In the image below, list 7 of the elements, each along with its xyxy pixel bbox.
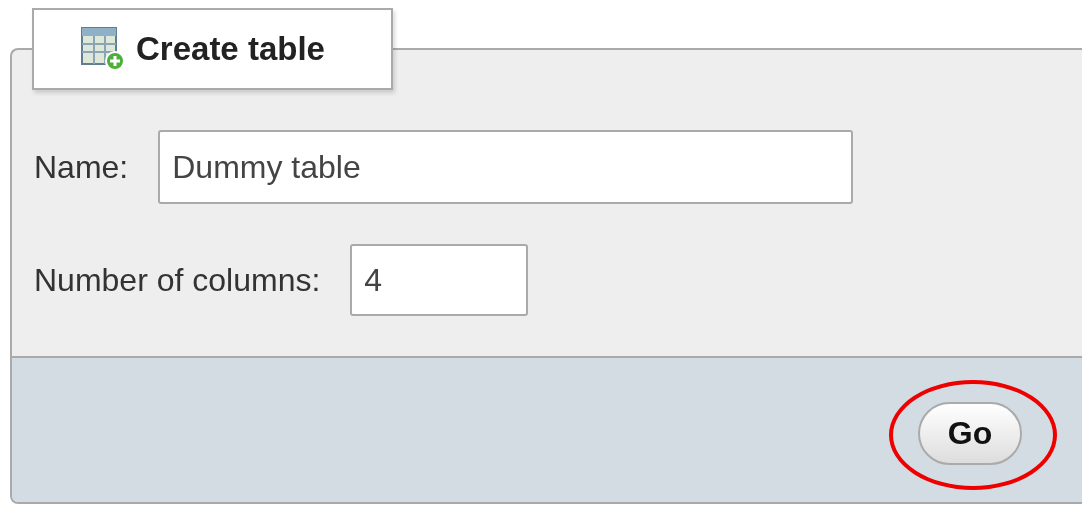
input-field[interactable]: Dummy table: [158, 130, 854, 204]
table-add-icon: [80, 26, 126, 72]
go-button[interactable]: Go: [918, 402, 1022, 465]
field-label: Name:: [34, 148, 129, 186]
tab-title: Create table: [136, 30, 325, 68]
number-field[interactable]: 4: [350, 244, 529, 316]
field-label: Number of columns:: [34, 261, 321, 299]
